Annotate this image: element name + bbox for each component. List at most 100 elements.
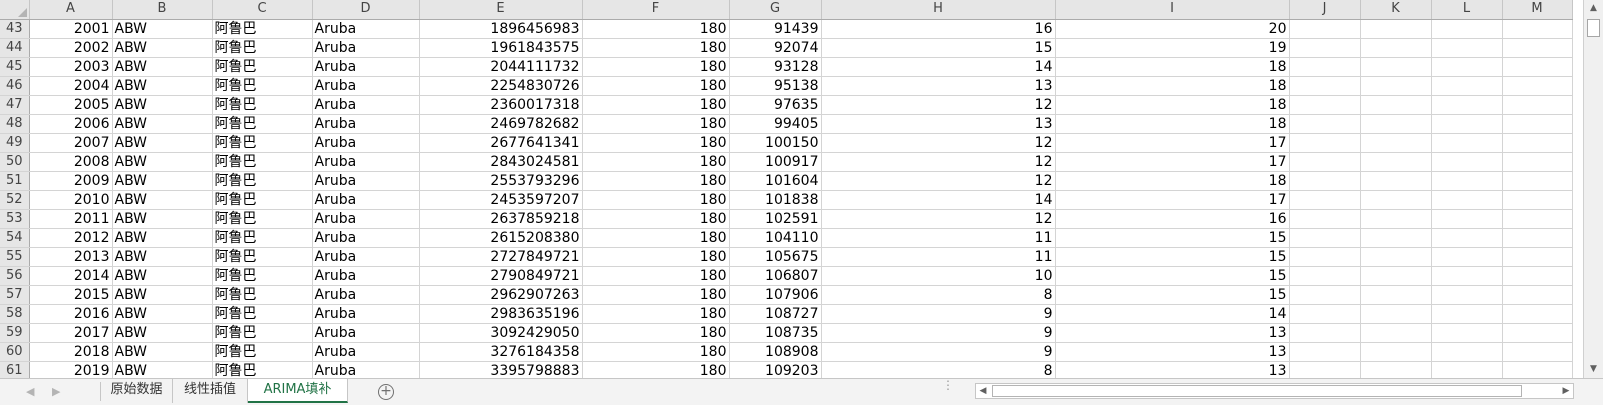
cell-h[interactable]: 13 <box>821 76 1056 96</box>
column-header-d[interactable]: D <box>312 0 420 20</box>
cell-k[interactable] <box>1360 19 1432 39</box>
cell-j[interactable] <box>1289 76 1361 96</box>
cell-e[interactable]: 2469782682 <box>419 114 583 134</box>
cell-k[interactable] <box>1360 152 1432 172</box>
cell-m[interactable] <box>1502 228 1573 248</box>
cell-k[interactable] <box>1360 323 1432 343</box>
scroll-left-icon[interactable]: ◀ <box>976 384 990 398</box>
select-all-corner[interactable] <box>0 0 30 20</box>
cell-e[interactable]: 2615208380 <box>419 228 583 248</box>
cell-g[interactable]: 95138 <box>729 76 822 96</box>
cell-g[interactable]: 108908 <box>729 342 822 362</box>
cell-m[interactable] <box>1502 190 1573 210</box>
next-sheet-icon[interactable]: ▶ <box>52 385 60 398</box>
cell-c[interactable]: 阿鲁巴 <box>212 361 313 378</box>
cell-f[interactable]: 180 <box>582 304 730 324</box>
cell-h[interactable]: 8 <box>821 285 1056 305</box>
cell-h[interactable]: 12 <box>821 133 1056 153</box>
row-header[interactable]: 57 <box>0 285 30 305</box>
cell-k[interactable] <box>1360 209 1432 229</box>
cell-a[interactable]: 2012 <box>29 228 113 248</box>
cell-h[interactable]: 14 <box>821 190 1056 210</box>
cell-d[interactable]: Aruba <box>312 342 420 362</box>
column-header-a[interactable]: A <box>29 0 113 20</box>
cell-i[interactable]: 13 <box>1055 323 1290 343</box>
spreadsheet-grid[interactable]: A B C D E F G H I J K L M 43 2001 ABW 阿鲁巴 Ar… <box>0 0 1583 378</box>
cell-a[interactable]: 2005 <box>29 95 113 115</box>
cell-d[interactable]: Aruba <box>312 285 420 305</box>
cell-g[interactable]: 104110 <box>729 228 822 248</box>
cell-m[interactable] <box>1502 152 1573 172</box>
cell-d[interactable]: Aruba <box>312 19 420 39</box>
cell-g[interactable]: 107906 <box>729 285 822 305</box>
cell-d[interactable]: Aruba <box>312 171 420 191</box>
cell-f[interactable]: 180 <box>582 76 730 96</box>
cell-m[interactable] <box>1502 266 1573 286</box>
cell-j[interactable] <box>1289 285 1361 305</box>
cell-j[interactable] <box>1289 38 1361 58</box>
cell-b[interactable]: ABW <box>112 38 213 58</box>
cell-k[interactable] <box>1360 171 1432 191</box>
cell-m[interactable] <box>1502 209 1573 229</box>
cell-b[interactable]: ABW <box>112 285 213 305</box>
cell-l[interactable] <box>1431 114 1503 134</box>
cell-a[interactable]: 2009 <box>29 171 113 191</box>
cell-m[interactable] <box>1502 19 1573 39</box>
cell-i[interactable]: 13 <box>1055 342 1290 362</box>
cell-k[interactable] <box>1360 342 1432 362</box>
cell-b[interactable]: ABW <box>112 304 213 324</box>
cell-i[interactable]: 15 <box>1055 228 1290 248</box>
cell-b[interactable]: ABW <box>112 114 213 134</box>
cell-g[interactable]: 101604 <box>729 171 822 191</box>
cell-d[interactable]: Aruba <box>312 209 420 229</box>
vertical-scroll-thumb[interactable] <box>1587 19 1600 37</box>
cell-j[interactable] <box>1289 323 1361 343</box>
cell-f[interactable]: 180 <box>582 247 730 267</box>
cell-f[interactable]: 180 <box>582 57 730 77</box>
cell-a[interactable]: 2017 <box>29 323 113 343</box>
cell-b[interactable]: ABW <box>112 190 213 210</box>
cell-c[interactable]: 阿鲁巴 <box>212 152 313 172</box>
cell-l[interactable] <box>1431 209 1503 229</box>
cell-d[interactable]: Aruba <box>312 95 420 115</box>
cell-i[interactable]: 19 <box>1055 38 1290 58</box>
cell-j[interactable] <box>1289 247 1361 267</box>
cell-g[interactable]: 97635 <box>729 95 822 115</box>
cell-l[interactable] <box>1431 247 1503 267</box>
cell-j[interactable] <box>1289 361 1361 378</box>
cell-a[interactable]: 2001 <box>29 19 113 39</box>
row-header[interactable]: 52 <box>0 190 30 210</box>
cell-f[interactable]: 180 <box>582 38 730 58</box>
cell-j[interactable] <box>1289 133 1361 153</box>
cell-k[interactable] <box>1360 266 1432 286</box>
cell-b[interactable]: ABW <box>112 361 213 378</box>
cell-c[interactable]: 阿鲁巴 <box>212 304 313 324</box>
cell-e[interactable]: 1961843575 <box>419 38 583 58</box>
cell-m[interactable] <box>1502 285 1573 305</box>
row-header[interactable]: 45 <box>0 57 30 77</box>
cell-c[interactable]: 阿鲁巴 <box>212 342 313 362</box>
cell-c[interactable]: 阿鲁巴 <box>212 19 313 39</box>
row-header[interactable]: 59 <box>0 323 30 343</box>
cell-g[interactable]: 100917 <box>729 152 822 172</box>
cell-h[interactable]: 9 <box>821 323 1056 343</box>
cell-c[interactable]: 阿鲁巴 <box>212 57 313 77</box>
row-header[interactable]: 51 <box>0 171 30 191</box>
cell-h[interactable]: 8 <box>821 361 1056 378</box>
column-header-k[interactable]: K <box>1360 0 1432 20</box>
cell-j[interactable] <box>1289 19 1361 39</box>
column-header-j[interactable]: J <box>1289 0 1361 20</box>
cell-c[interactable]: 阿鲁巴 <box>212 133 313 153</box>
cell-f[interactable]: 180 <box>582 285 730 305</box>
cell-a[interactable]: 2014 <box>29 266 113 286</box>
cell-h[interactable]: 13 <box>821 114 1056 134</box>
cell-i[interactable]: 18 <box>1055 171 1290 191</box>
column-header-e[interactable]: E <box>419 0 583 20</box>
cell-l[interactable] <box>1431 323 1503 343</box>
cell-a[interactable]: 2013 <box>29 247 113 267</box>
row-header[interactable]: 48 <box>0 114 30 134</box>
column-header-b[interactable]: B <box>112 0 213 20</box>
cell-d[interactable]: Aruba <box>312 266 420 286</box>
cell-e[interactable]: 2962907263 <box>419 285 583 305</box>
cell-l[interactable] <box>1431 76 1503 96</box>
